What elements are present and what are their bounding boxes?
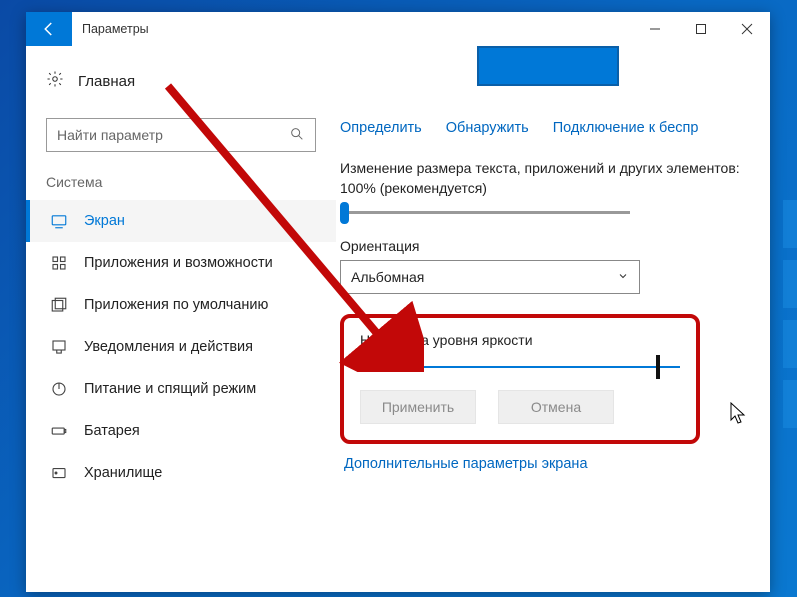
sidebar-item-label: Питание и спящий режим (84, 381, 256, 397)
display-icon (50, 212, 68, 230)
sidebar-item-label: Уведомления и действия (84, 339, 253, 355)
sidebar-item-apps[interactable]: Приложения и возможности (26, 242, 336, 284)
apps-icon (50, 254, 68, 272)
slider-thumb[interactable] (340, 202, 349, 224)
monitor-selected[interactable] (477, 46, 619, 86)
monitor-arrangement[interactable] (340, 46, 756, 102)
search-input[interactable]: Найти параметр (46, 118, 316, 152)
orientation-label: Ориентация (340, 238, 756, 254)
sidebar-item-label: Батарея (84, 423, 140, 439)
wireless-link[interactable]: Подключение к беспр (553, 120, 699, 136)
titlebar: Параметры (26, 12, 770, 46)
orientation-value: Альбомная (351, 269, 424, 285)
sidebar-item-power[interactable]: Питание и спящий режим (26, 368, 336, 410)
sidebar: Главная Найти параметр Система Экран (26, 46, 336, 592)
gear-icon (46, 70, 64, 92)
section-title: Система (26, 170, 336, 200)
sidebar-item-battery[interactable]: Батарея (26, 410, 336, 452)
scale-text: Изменение размера текста, приложений и д… (340, 158, 756, 199)
sidebar-item-label: Экран (84, 213, 125, 229)
sidebar-item-label: Приложения по умолчанию (84, 297, 268, 313)
storage-icon (50, 464, 68, 482)
identify-link[interactable]: Определить (340, 120, 422, 136)
scale-slider[interactable] (340, 211, 630, 214)
notifications-icon (50, 338, 68, 356)
minimize-button[interactable] (632, 12, 678, 46)
main-content: Определить Обнаружить Подключение к бесп… (336, 46, 770, 592)
cancel-button[interactable]: Отмена (498, 390, 614, 424)
brightness-label: Настройка уровня яркости (360, 332, 680, 348)
battery-icon (50, 422, 68, 440)
brightness-highlight: Настройка уровня яркости Применить Отмен… (340, 314, 700, 444)
sidebar-item-default-apps[interactable]: Приложения по умолчанию (26, 284, 336, 326)
apply-button[interactable]: Применить (360, 390, 476, 424)
default-apps-icon (50, 296, 68, 314)
home-label: Главная (78, 73, 135, 90)
close-button[interactable] (724, 12, 770, 46)
search-icon (289, 126, 305, 145)
sidebar-item-label: Приложения и возможности (84, 255, 273, 271)
sidebar-item-display[interactable]: Экран (26, 200, 336, 242)
maximize-button[interactable] (678, 12, 724, 46)
slider-thumb[interactable] (656, 355, 660, 379)
chevron-down-icon (617, 269, 629, 285)
detect-link[interactable]: Обнаружить (446, 120, 529, 136)
settings-window: Параметры Главная Найт (26, 12, 770, 592)
brightness-slider[interactable] (360, 366, 680, 368)
search-placeholder: Найти параметр (57, 127, 163, 143)
power-icon (50, 380, 68, 398)
sidebar-item-label: Хранилище (84, 465, 162, 481)
advanced-display-link[interactable]: Дополнительные параметры экрана (344, 456, 756, 472)
orientation-dropdown[interactable]: Альбомная (340, 260, 640, 294)
home-link[interactable]: Главная (26, 60, 336, 102)
sidebar-item-notifications[interactable]: Уведомления и действия (26, 326, 336, 368)
cursor-icon (730, 402, 748, 426)
sidebar-item-storage[interactable]: Хранилище (26, 452, 336, 494)
back-button[interactable] (26, 12, 72, 46)
window-title: Параметры (72, 12, 159, 46)
